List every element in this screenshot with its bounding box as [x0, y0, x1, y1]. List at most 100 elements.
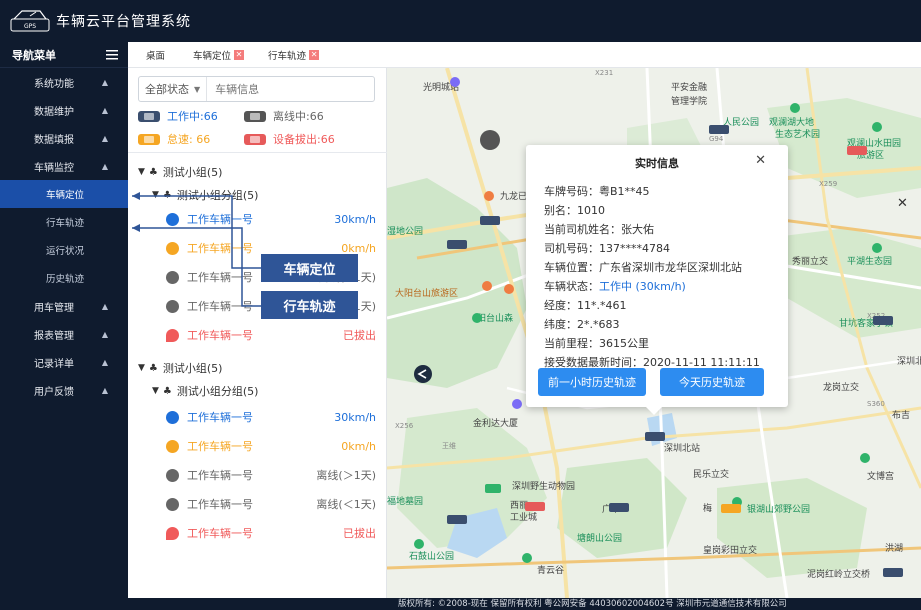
- app-title: 车辆云平台管理系统: [56, 14, 191, 30]
- road-label: X256: [395, 422, 414, 430]
- caret-up-icon: ▲: [101, 385, 108, 395]
- map-close-icon[interactable]: ✕: [897, 196, 908, 211]
- sidebar-item-records[interactable]: 记录详单 ▲: [0, 348, 128, 376]
- car-marker-icon: [645, 432, 665, 441]
- car-orange-icon: [138, 133, 160, 145]
- info-lat: 纬度：2*.*683: [544, 318, 620, 331]
- vehicle-name: 工作车辆一号: [187, 411, 253, 424]
- info-alias: 别名：1010: [544, 204, 605, 217]
- car-blue-icon: [166, 212, 179, 226]
- close-icon[interactable]: ✕: [309, 49, 320, 60]
- poi-icon: [872, 243, 882, 253]
- vehicle-row[interactable]: 工作车辆一号 30km/h: [166, 407, 376, 427]
- stat-sudden[interactable]: 怠速: 66: [138, 131, 210, 147]
- sidebar-subitem-run-status[interactable]: 运行状况: [0, 236, 128, 264]
- tab-vehicle-locate[interactable]: 车辆定位 ✕: [193, 48, 245, 62]
- sidebar-item-data-report[interactable]: 数据填报 ▲: [0, 124, 128, 152]
- vehicle-row[interactable]: 工作车辆一号 30km/h: [166, 209, 376, 229]
- close-icon[interactable]: ✕: [755, 153, 766, 168]
- status-select[interactable]: 全部状态 ▼: [139, 77, 208, 101]
- map-label: 民乐立交: [693, 468, 729, 480]
- tree-subgroup[interactable]: ▼ ♣ 测试小组分组(5): [152, 187, 258, 203]
- group-icon: ♣: [162, 189, 172, 201]
- vehicle-info-popup: 实时信息 ✕ 车牌号码：粤B1**45 别名：1010 当前司机姓名：张大佑 司…: [526, 145, 788, 415]
- stat-working[interactable]: 工作中:66: [138, 108, 218, 124]
- map-label: 皇岗彩田立交: [703, 544, 757, 556]
- poi-icon: [484, 191, 494, 201]
- tab-desktop[interactable]: 桌面: [146, 48, 165, 62]
- vehicle-row[interactable]: 工作车辆一号 0km/h: [166, 436, 376, 456]
- stat-offline[interactable]: 离线中:66: [244, 108, 324, 124]
- sidebar-item-label: 报表管理: [34, 330, 74, 342]
- sidebar-item-label: 数据维护: [34, 106, 74, 118]
- app-header: GPS 车辆云平台管理系统: [0, 0, 921, 42]
- sidebar-item-label: 记录详单: [34, 358, 74, 370]
- map-label: 青云谷: [537, 564, 564, 576]
- map-label: 大阳台山旅游区: [395, 287, 458, 299]
- info-status: 车辆状态：工作中 (30km/h): [544, 278, 686, 294]
- vehicle-row[interactable]: 工作车辆一号 已拔出: [166, 523, 376, 543]
- car-marker-icon: [609, 503, 629, 512]
- tree-group[interactable]: ▼ ♣ 测试小组(5): [138, 360, 222, 376]
- tree-subgroup[interactable]: ▼ ♣ 测试小组分组(5): [152, 383, 258, 399]
- sidebar-item-data-maintain[interactable]: 数据维护 ▲: [0, 96, 128, 124]
- subgroup-label: 测试小组分组(5): [176, 189, 259, 202]
- close-icon[interactable]: ✕: [234, 49, 245, 60]
- poi-icon: [480, 130, 500, 150]
- info-mileage: 当前里程：3615公里: [544, 337, 649, 350]
- tree-group[interactable]: ▼ ♣ 测试小组(5): [138, 164, 222, 180]
- vehicle-panel: 全部状态 ▼ 工作中:66 离线中:66 怠速: 66 设备拔出:66 ▼ ♣ 测…: [128, 68, 387, 598]
- car-marker-icon: [447, 240, 467, 249]
- search-input[interactable]: [215, 82, 366, 96]
- car-orange-icon: [166, 241, 179, 255]
- caret-up-icon: ▲: [101, 77, 108, 87]
- vehicle-status: 30km/h: [334, 410, 376, 424]
- vehicle-status: 0km/h: [341, 439, 376, 453]
- collapse-panel-icon[interactable]: [414, 365, 432, 383]
- caret-down-icon: ▼: [138, 363, 145, 373]
- caret-up-icon: ▲: [101, 161, 108, 171]
- sidebar-item-label: 数据填报: [34, 134, 74, 146]
- car-blue-icon: [166, 410, 179, 424]
- car-logo-icon: GPS: [10, 10, 50, 32]
- map-label: 深圳北: [897, 356, 921, 367]
- map-label: 平湖生态园: [847, 255, 892, 267]
- menu-toggle-icon[interactable]: [106, 49, 118, 60]
- sidebar-subitem-vehicle-locate[interactable]: 车辆定位: [0, 180, 128, 208]
- sidebar-item-feedback[interactable]: 用户反馈 ▲: [0, 376, 128, 404]
- group-label: 测试小组(5): [162, 362, 223, 375]
- sidebar-subitem-track[interactable]: 行车轨迹: [0, 208, 128, 236]
- map-label: 银湖山郊野公园: [747, 503, 810, 515]
- car-gray-icon: [138, 110, 160, 122]
- vehicle-status: 已拔出: [343, 329, 376, 342]
- sidebar-subitem-history-track[interactable]: 历史轨迹: [0, 264, 128, 292]
- last-hour-track-button[interactable]: 前一小时历史轨迹: [538, 368, 646, 396]
- stat-unplugged[interactable]: 设备拔出:66: [244, 131, 335, 147]
- sidebar-item-system[interactable]: 系统功能 ▲: [0, 68, 128, 96]
- car-marker-icon: [485, 484, 501, 493]
- poi-icon: [522, 553, 532, 563]
- caret-up-icon: ▲: [101, 301, 108, 311]
- today-track-button[interactable]: 今天历史轨迹: [660, 368, 764, 396]
- car-marker-icon: [721, 504, 741, 513]
- sidebar-item-vehicle-monitor[interactable]: 车辆监控 ▲: [0, 152, 128, 180]
- road-label: S360: [867, 400, 885, 408]
- vehicle-row[interactable]: 工作车辆一号 已拔出: [166, 325, 376, 345]
- tab-track[interactable]: 行车轨迹 ✕: [268, 48, 320, 62]
- info-phone: 司机号码：137****4784: [544, 242, 670, 255]
- vehicle-row[interactable]: 工作车辆一号 离线(＞1天): [166, 465, 376, 485]
- map-label: 金利达大厦: [473, 417, 518, 429]
- poi-icon: [450, 77, 460, 87]
- info-status-label: 车辆状态：: [544, 280, 599, 293]
- caret-down-icon: ▼: [152, 386, 159, 396]
- vehicle-name: 工作车辆一号: [187, 498, 253, 511]
- map-label: 秀丽立交: [792, 255, 828, 267]
- group-label: 测试小组(5): [162, 166, 223, 179]
- car-marker-icon: [525, 502, 545, 511]
- vehicle-row[interactable]: 工作车辆一号 离线(＜1天): [166, 494, 376, 514]
- sidebar-item-report-manage[interactable]: 报表管理 ▲: [0, 320, 128, 348]
- map-label: 王维: [442, 441, 456, 450]
- stat-working-text: 工作中:66: [167, 110, 218, 123]
- sidebar-item-car-manage[interactable]: 用车管理 ▲: [0, 292, 128, 320]
- map-label: 深圳野生动物园: [512, 480, 575, 492]
